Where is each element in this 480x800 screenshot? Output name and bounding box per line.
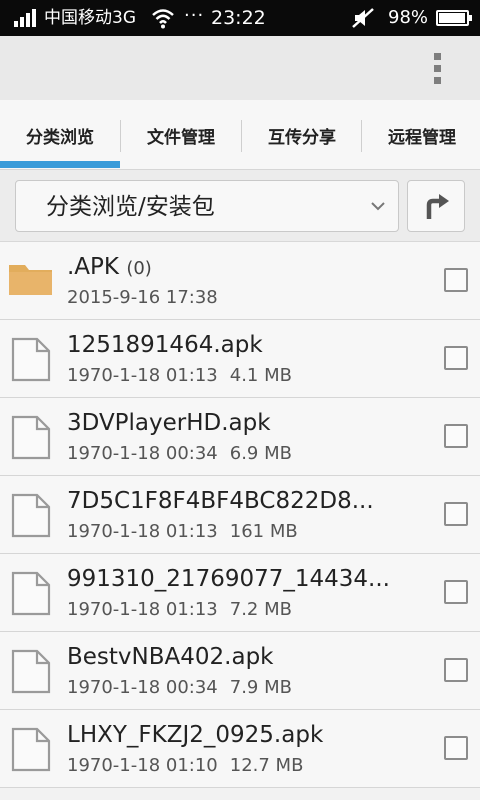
file-name: .APK (0)	[67, 254, 152, 280]
file-row[interactable]: 3DVPlayerHD.apk 1970-1-18 00:34 6.9 MB	[0, 398, 480, 476]
file-meta: 1970-1-18 01:13 161 MB	[67, 520, 298, 544]
file-name: 7D5C1F8F4BF4BC822D8...	[67, 488, 374, 514]
file-size: 161 MB	[229, 521, 298, 542]
file-row[interactable]: 7D5C1F8F4BF4BC822D8... 1970-1-18 01:13 16…	[0, 476, 480, 554]
select-checkbox[interactable]	[444, 736, 468, 760]
carrier-label: 中国移动3G	[44, 8, 136, 28]
file-icon	[11, 571, 51, 616]
file-date: 1970-1-18 00:34	[67, 443, 218, 464]
file-size: 6.9 MB	[229, 443, 292, 464]
path-bar: 分类浏览/安装包	[0, 170, 480, 242]
file-icon	[11, 649, 51, 694]
active-tab-indicator	[0, 161, 120, 168]
file-date: 2015-9-16 17:38	[67, 287, 218, 308]
overflow-menu-icon[interactable]	[427, 51, 449, 87]
tab-category-browse[interactable]: 分类浏览	[0, 100, 120, 170]
file-name: LHXY_FKZJ2_0925.apk	[67, 722, 324, 748]
file-row[interactable]: BestvNBA402.apk 1970-1-18 00:34 7.9 MB	[0, 632, 480, 710]
file-meta: 1970-1-18 01:10 12.7 MB	[67, 754, 303, 778]
folder-icon	[9, 265, 52, 295]
file-meta: 1970-1-18 01:13 7.2 MB	[67, 598, 292, 622]
signal-icon	[14, 9, 40, 27]
file-size: 4.1 MB	[229, 365, 292, 386]
tab-share[interactable]: 互传分享	[242, 100, 362, 170]
select-checkbox[interactable]	[444, 502, 468, 526]
file-meta: 1970-1-18 00:34 7.9 MB	[67, 676, 292, 700]
wifi-icon	[152, 9, 174, 29]
file-size: 7.2 MB	[229, 599, 292, 620]
select-checkbox[interactable]	[444, 658, 468, 682]
file-date: 1970-1-18 01:13	[67, 599, 218, 620]
file-icon	[11, 727, 51, 772]
path-dropdown[interactable]: 分类浏览/安装包	[15, 180, 399, 232]
status-bar: 中国移动3G ··· 23:22 98%	[0, 0, 480, 36]
path-label: 分类浏览/安装包	[46, 194, 215, 220]
action-bar	[0, 36, 480, 100]
file-row[interactable]: 1251891464.apk 1970-1-18 01:13 4.1 MB	[0, 320, 480, 398]
file-date: 1970-1-18 01:13	[67, 365, 218, 386]
tab-bar: 分类浏览 文件管理 互传分享 远程管理	[0, 100, 480, 170]
file-row[interactable]: .APK (0) 2015-9-16 17:38	[0, 242, 480, 320]
folder-item-count: (0)	[126, 258, 152, 279]
select-checkbox[interactable]	[444, 268, 468, 292]
battery-icon	[436, 10, 472, 26]
file-row[interactable]: LHXY_FKZJ2_0925.apk 1970-1-18 01:10 12.7 …	[0, 710, 480, 788]
chevron-down-icon	[371, 202, 385, 211]
clock: 23:22	[211, 7, 266, 29]
file-date: 1970-1-18 01:13	[67, 521, 218, 542]
select-checkbox[interactable]	[444, 424, 468, 448]
up-arrow-icon	[426, 194, 449, 219]
parent-folder-button[interactable]	[407, 180, 465, 232]
select-checkbox[interactable]	[444, 346, 468, 370]
file-name: 3DVPlayerHD.apk	[67, 410, 271, 436]
notification-dots: ···	[184, 5, 205, 26]
file-date: 1970-1-18 01:10	[67, 755, 218, 776]
battery-percent: 98%	[388, 7, 429, 28]
file-size: 7.9 MB	[229, 677, 292, 698]
file-name: 991310_21769077_14434...	[67, 566, 390, 592]
file-name: 1251891464.apk	[67, 332, 263, 358]
select-checkbox[interactable]	[444, 580, 468, 604]
file-icon	[11, 337, 51, 382]
file-meta: 1970-1-18 00:34 6.9 MB	[67, 442, 292, 466]
tab-remote-manage[interactable]: 远程管理	[362, 100, 480, 170]
file-name: BestvNBA402.apk	[67, 644, 274, 670]
tab-file-manager[interactable]: 文件管理	[121, 100, 241, 170]
mute-icon	[352, 8, 374, 28]
file-row[interactable]: 991310_21769077_14434... 1970-1-18 01:13…	[0, 554, 480, 632]
file-size: 12.7 MB	[229, 755, 304, 776]
file-date: 1970-1-18 00:34	[67, 677, 218, 698]
file-icon	[11, 415, 51, 460]
battery-fill	[439, 13, 465, 23]
file-meta: 2015-9-16 17:38	[67, 286, 218, 310]
file-icon	[11, 493, 51, 538]
file-meta: 1970-1-18 01:13 4.1 MB	[67, 364, 292, 388]
